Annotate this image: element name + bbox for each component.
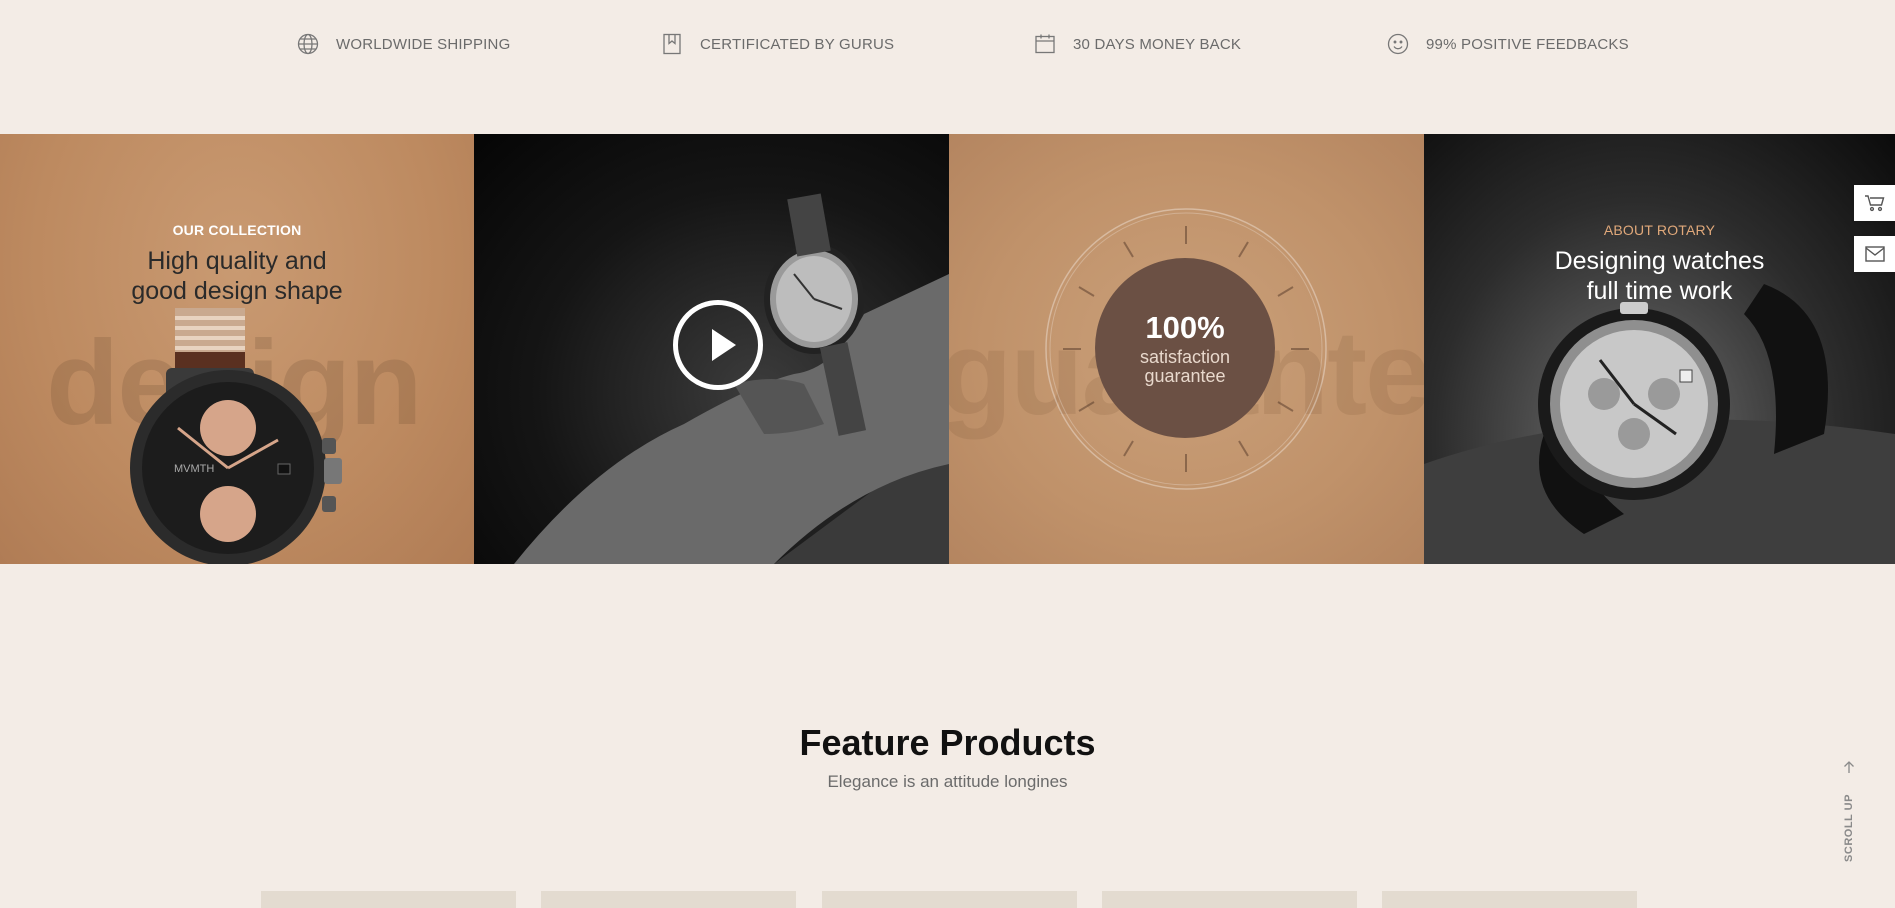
bookmark-icon xyxy=(663,33,681,55)
scroll-up-label: SCROLL UP xyxy=(1843,794,1855,862)
product-cards xyxy=(0,891,1895,908)
scroll-up-button[interactable]: SCROLL UP xyxy=(1838,760,1860,862)
product-card[interactable] xyxy=(261,891,516,908)
guarantee-badge: 100% satisfaction guarantee xyxy=(1095,258,1275,438)
headline-line: good design shape xyxy=(131,277,343,305)
headline-line: full time work xyxy=(1586,277,1733,305)
features-bar: WORLDWIDE SHIPPING CERTIFICATED BY GURUS… xyxy=(0,0,1895,90)
product-card[interactable] xyxy=(822,891,1077,908)
product-card[interactable] xyxy=(541,891,796,908)
promo-banner: design OUR COLLECTION High quality and g… xyxy=(0,134,1895,564)
watch-product-image: MVMTH xyxy=(130,308,342,564)
product-card[interactable] xyxy=(1102,891,1357,908)
feature-label: WORLDWIDE SHIPPING xyxy=(336,35,511,53)
headline-line: High quality and xyxy=(147,247,327,275)
feature-label: 30 DAYS MONEY BACK xyxy=(1073,35,1242,53)
mail-icon xyxy=(1864,246,1885,262)
section-subtitle: Elegance is an attitude longines xyxy=(827,772,1068,791)
guarantee-text: satisfaction guarantee xyxy=(1095,348,1275,386)
chronograph-watch-photo xyxy=(1424,284,1895,564)
mail-button[interactable] xyxy=(1854,236,1895,272)
feature-positive-feedbacks: 99% POSITIVE FEEDBACKS xyxy=(1386,30,1629,58)
feature-money-back: 30 DAYS MONEY BACK xyxy=(1033,30,1241,58)
video-tile[interactable] xyxy=(474,134,949,564)
svg-text:MVMTH: MVMTH xyxy=(174,463,214,475)
play-button[interactable] xyxy=(673,300,763,390)
section-title: Feature Products xyxy=(799,722,1096,763)
about-eyebrow: ABOUT ROTARY xyxy=(1603,222,1716,238)
collection-tile[interactable]: design OUR COLLECTION High quality and g… xyxy=(0,134,474,564)
feature-label: CERTIFICATED BY GURUS xyxy=(700,35,895,53)
guarantee-tile: guarantee 100% satisfaction guarantee xyxy=(949,134,1424,564)
headline-line: Designing watches xyxy=(1554,247,1765,275)
feature-label: 99% POSITIVE FEEDBACKS xyxy=(1426,35,1629,53)
cart-icon xyxy=(1864,195,1884,212)
about-tile[interactable]: ABOUT ROTARY Designing watches full time… xyxy=(1424,134,1895,564)
cart-button[interactable] xyxy=(1854,185,1895,221)
calendar-icon xyxy=(1035,34,1055,54)
guarantee-line: guarantee xyxy=(1144,366,1226,386)
smiley-icon xyxy=(1387,33,1409,55)
guarantee-percent: 100% xyxy=(1145,310,1225,345)
globe-icon xyxy=(297,33,319,55)
collection-eyebrow: OUR COLLECTION xyxy=(172,222,302,238)
feature-certificated: CERTIFICATED BY GURUS xyxy=(660,30,894,58)
arrow-up-icon xyxy=(1844,761,1854,773)
product-card[interactable] xyxy=(1382,891,1637,908)
guarantee-line: satisfaction xyxy=(1139,347,1231,367)
feature-worldwide-shipping: WORLDWIDE SHIPPING xyxy=(296,30,510,58)
collection-headline: High quality and good design shape xyxy=(40,246,434,306)
about-headline: Designing watches full time work xyxy=(1464,246,1855,306)
